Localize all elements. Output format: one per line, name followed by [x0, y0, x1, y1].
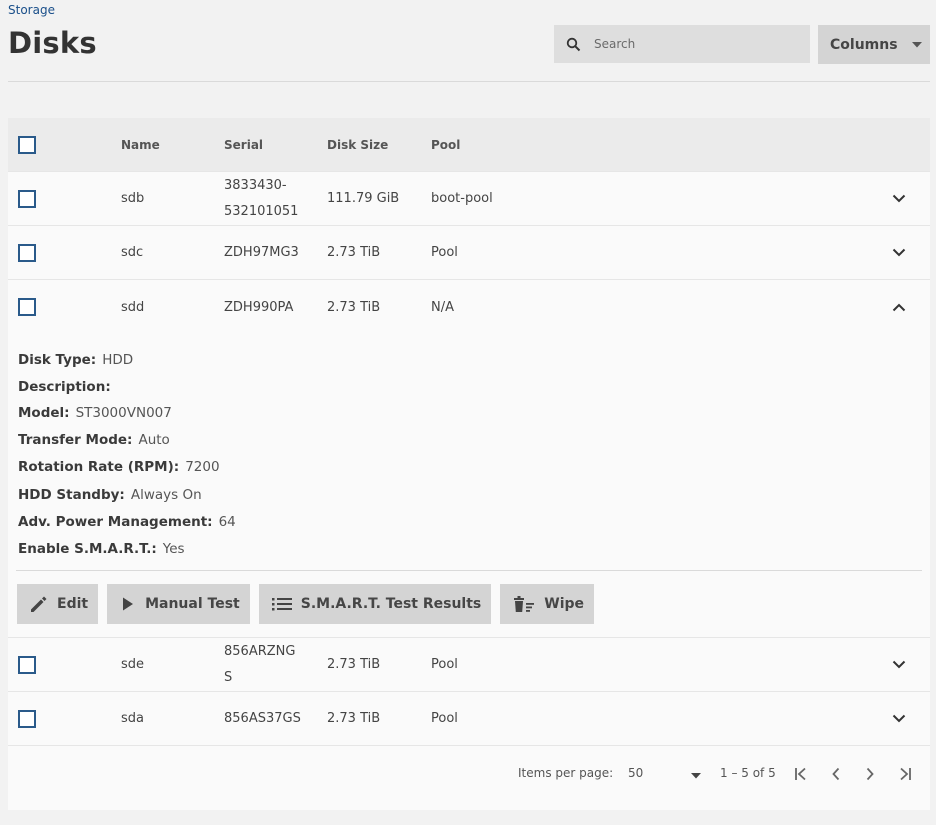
detail-hdd-standby: HDD Standby: Always On [18, 487, 202, 503]
disk-serial: 856ARZNG S [224, 643, 296, 685]
chevron-down-icon[interactable] [892, 692, 906, 745]
disk-serial: 3833430- 532101051 [224, 177, 299, 219]
list-icon [271, 595, 293, 613]
table-row-expanded[interactable]: sdd ZDH990PA 2.73 TiB N/A [8, 280, 930, 334]
table-row[interactable]: sdc ZDH97MG3 2.73 TiB Pool [8, 226, 930, 280]
disk-details-panel: Disk Type: HDD Description: Model: ST3000V… [8, 334, 930, 638]
row-checkbox[interactable] [18, 189, 36, 208]
disk-pool: N/A [431, 299, 454, 315]
disk-size: 2.73 TiB [327, 299, 381, 315]
disk-actions: Edit Manual Test S.M.A.R.T. Test Results… [17, 584, 595, 624]
disk-serial: ZDH97MG3 [224, 245, 299, 260]
disk-pool: Pool [431, 711, 458, 726]
next-page-icon[interactable] [860, 764, 880, 784]
chevron-down-icon[interactable] [892, 638, 906, 691]
trash-icon [512, 594, 536, 614]
columns-button-label: Columns [830, 36, 898, 53]
columns-button[interactable]: Columns [818, 25, 930, 64]
wipe-button[interactable]: Wipe [500, 584, 595, 624]
column-header-name[interactable]: Name [121, 118, 160, 171]
details-divider [16, 570, 922, 571]
first-page-icon[interactable] [792, 764, 812, 784]
page-range-label: 1 – 5 of 5 [720, 766, 776, 780]
row-checkbox[interactable] [18, 709, 36, 728]
search-input[interactable] [592, 37, 792, 51]
detail-transfer-mode: Transfer Mode: Auto [18, 432, 170, 448]
table-row[interactable]: sde 856ARZNG S 2.73 TiB Pool [8, 638, 930, 692]
disk-size: 111.79 GiB [327, 191, 400, 206]
disks-table: Name Serial Disk Size Pool sdb 3833430- 5… [8, 118, 930, 810]
detail-model: Model: ST3000VN007 [18, 405, 172, 421]
page-size-select[interactable]: 50 [628, 766, 708, 780]
pencil-icon [29, 594, 49, 614]
smart-test-results-button[interactable]: S.M.A.R.T. Test Results [258, 584, 492, 624]
detail-rotation-rate: Rotation Rate (RPM): 7200 [18, 459, 220, 475]
row-checkbox[interactable] [18, 243, 36, 262]
row-checkbox[interactable] [18, 298, 36, 316]
previous-page-icon[interactable] [826, 764, 846, 784]
chevron-down-icon[interactable] [892, 172, 906, 225]
page-title: Disks [8, 26, 97, 60]
chevron-down-icon[interactable] [892, 226, 906, 279]
disk-name: sdb [121, 191, 145, 206]
column-header-serial[interactable]: Serial [224, 118, 314, 171]
paginator: Items per page: 50 1 – 5 of 5 [8, 746, 930, 810]
column-header-disk-size[interactable]: Disk Size [327, 118, 388, 171]
table-row[interactable]: sda 856AS37GS 2.73 TiB Pool [8, 692, 930, 746]
disk-pool: Pool [431, 245, 458, 260]
select-all-checkbox[interactable] [18, 135, 36, 154]
detail-adv-power-management: Adv. Power Management: 64 [18, 514, 236, 530]
caret-down-icon [690, 769, 702, 783]
play-icon [121, 596, 135, 612]
row-checkbox[interactable] [18, 655, 36, 674]
disk-serial: ZDH990PA [224, 299, 294, 315]
column-header-pool[interactable]: Pool [431, 118, 460, 171]
header-divider [8, 81, 930, 82]
paginator-navigation [792, 764, 914, 784]
edit-button[interactable]: Edit [17, 584, 99, 624]
disk-name: sdd [121, 299, 145, 315]
disk-name: sda [121, 711, 144, 726]
detail-disk-type: Disk Type: HDD [18, 352, 134, 368]
disk-serial: 856AS37GS [224, 711, 301, 726]
disk-size: 2.73 TiB [327, 657, 381, 672]
table-header-row: Name Serial Disk Size Pool [8, 118, 930, 172]
detail-description: Description: [18, 379, 111, 395]
table-row[interactable]: sdb 3833430- 532101051 111.79 GiB boot-po… [8, 172, 930, 226]
disk-name: sdc [121, 245, 144, 260]
chevron-up-icon[interactable] [892, 280, 906, 334]
breadcrumb[interactable]: Storage [8, 3, 55, 17]
disk-size: 2.73 TiB [327, 711, 381, 726]
search-icon [554, 37, 592, 52]
items-per-page-label: Items per page: [518, 766, 614, 780]
detail-enable-smart: Enable S.M.A.R.T.: Yes [18, 541, 185, 557]
last-page-icon[interactable] [894, 764, 914, 784]
page-size-value: 50 [628, 766, 644, 780]
manual-test-button[interactable]: Manual Test [107, 584, 250, 624]
disk-size: 2.73 TiB [327, 245, 381, 260]
disk-name: sde [121, 657, 145, 672]
disk-pool: Pool [431, 657, 458, 672]
disk-pool: boot-pool [431, 191, 493, 206]
caret-down-icon [911, 41, 923, 49]
search-box[interactable] [554, 25, 810, 63]
